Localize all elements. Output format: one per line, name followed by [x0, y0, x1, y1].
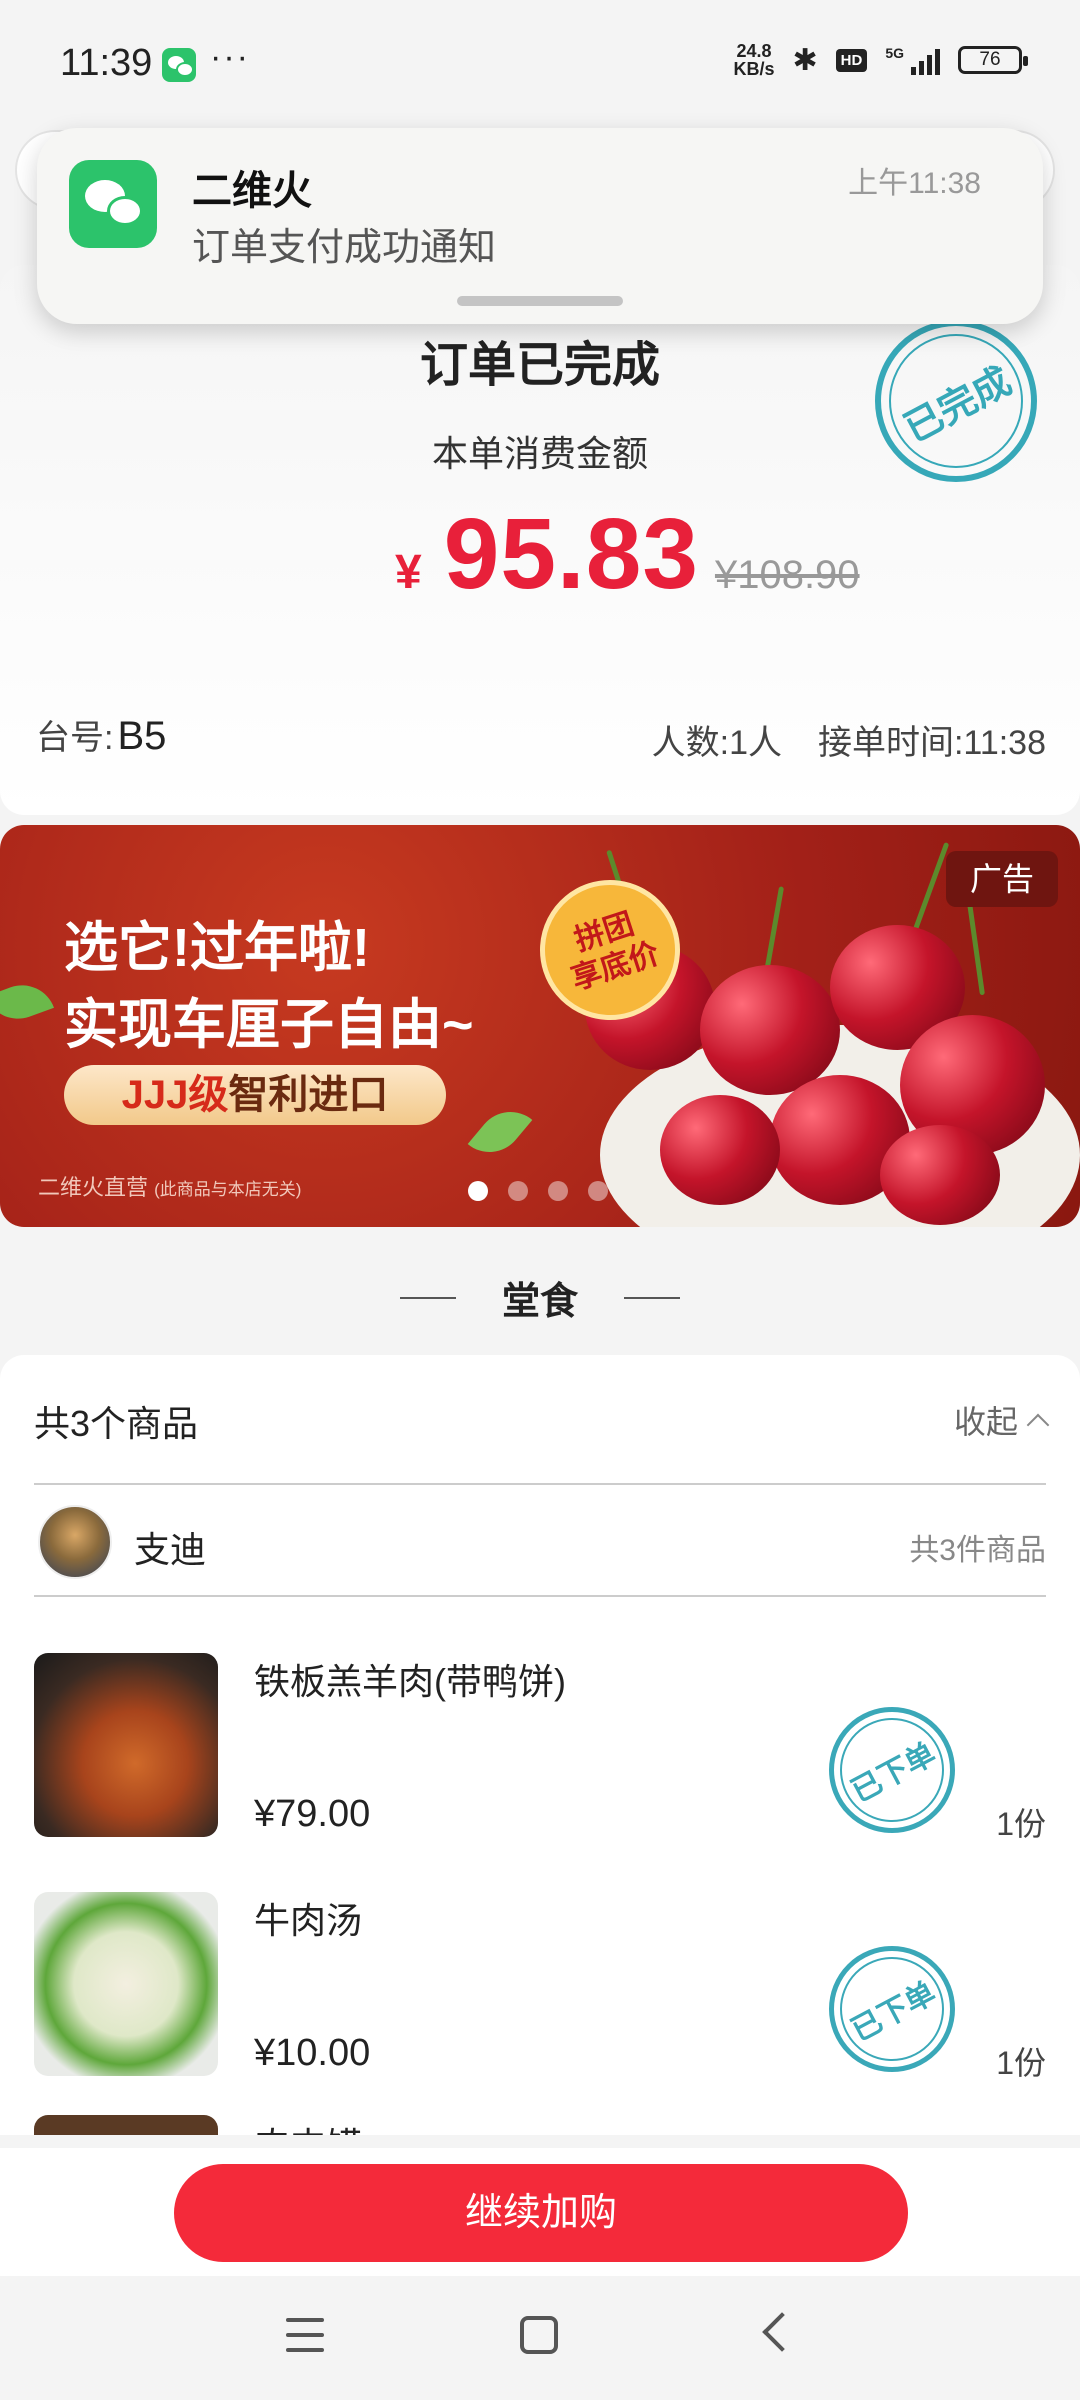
chevron-up-icon: [1026, 1413, 1050, 1437]
dish-price: ¥10.00: [254, 2032, 371, 2074]
ad-tag: 广告: [946, 851, 1058, 907]
ad-banner[interactable]: 选它!过年啦! 实现车厘子自由~ JJJ级智利进口 二维火直营 (此商品与本店无…: [0, 825, 1080, 1227]
completed-stamp: 已完成: [875, 320, 1037, 482]
home-icon[interactable]: [520, 2316, 558, 2354]
ad-grade-pill: JJJ级智利进口: [64, 1065, 446, 1125]
carousel-dot[interactable]: [468, 1181, 488, 1201]
list-item[interactable]: 牛肉汤 ¥10.00 已下单 1份: [34, 1892, 1046, 2082]
ordered-stamp: 已下单: [829, 1946, 955, 2072]
network-speed-value: 24.8: [736, 41, 772, 61]
carousel-dot[interactable]: [548, 1181, 568, 1201]
table-info: 台号: B5: [36, 710, 166, 759]
table-number: B5: [117, 714, 167, 758]
items-card: 共3个商品 收起 支迪 共3件商品 铁板羔羊肉(带鸭饼) ¥79.00 已下单 …: [0, 1355, 1080, 2135]
notification-banner[interactable]: 二维火 订单支付成功通知 上午11:38: [37, 128, 1043, 324]
order-meta: 人数:1人 接单时间:11:38: [652, 715, 1046, 764]
divider-line: [399, 1296, 456, 1299]
network-speed: 24.8 KB/s: [733, 42, 774, 78]
ad-source-name: 二维火直营: [38, 1175, 149, 1200]
dish-name: 牛肉汤: [254, 1900, 363, 1941]
continue-ordering-button[interactable]: 继续加购: [174, 2164, 908, 2262]
notification-time: 上午11:38: [848, 167, 981, 200]
system-nav-bar: [0, 2276, 1080, 2400]
status-indicators: 24.8 KB/s ✱ HD 5G 76: [733, 42, 1028, 78]
diner-row: 支迪 共3件商品: [34, 1503, 1046, 1583]
cherry-image: [880, 1125, 1000, 1225]
people-count: 人数:1人: [651, 724, 782, 762]
table-label: 台号:: [36, 719, 114, 757]
completed-stamp-text: 已完成: [897, 359, 1019, 451]
battery-icon: 76: [958, 46, 1028, 74]
hd-icon: HD: [835, 48, 868, 72]
order-price: ¥ 95.83 ¥108.90: [395, 497, 860, 612]
cherry-image: [700, 965, 840, 1095]
network-type: 5G: [885, 45, 904, 61]
menu-icon[interactable]: [286, 2318, 324, 2352]
divider: [34, 1483, 1046, 1485]
status-time: 11:39: [60, 42, 153, 84]
carousel-dot[interactable]: [508, 1181, 528, 1201]
ordered-stamp-text: 已下单: [846, 1737, 942, 1809]
items-count: 共3个商品: [34, 1403, 199, 1444]
diner-item-count: 共3件商品: [909, 1534, 1046, 1567]
collapse-button[interactable]: 收起: [953, 1397, 1050, 1443]
dine-in-title: 堂食: [501, 1281, 578, 1323]
more-notifications-icon: ···: [210, 38, 250, 76]
ordered-stamp-text: 已下单: [846, 1976, 942, 2048]
notification-app-name: 二维火: [192, 169, 312, 213]
cherry-image: [660, 1095, 780, 1205]
bottom-action-area: 继续加购: [0, 2148, 1080, 2276]
list-item[interactable]: 铁板羔羊肉(带鸭饼) ¥79.00 已下单 1份: [34, 1653, 1046, 1843]
dish-name: 肉夹馍: [254, 2117, 362, 2135]
battery-level: 76: [979, 49, 1001, 70]
divider: [34, 1595, 1046, 1597]
dish-image: [34, 2115, 218, 2135]
ad-grade: JJJ级: [121, 1073, 229, 1117]
dish-quantity: 1份: [996, 2045, 1046, 2081]
notification-drag-handle[interactable]: [457, 296, 623, 306]
avatar: [38, 1505, 112, 1579]
ordered-stamp: 已下单: [829, 1707, 955, 1833]
carousel-dot[interactable]: [588, 1181, 608, 1201]
dish-name: 铁板羔羊肉(带鸭饼): [254, 1661, 566, 1702]
back-icon[interactable]: [762, 2312, 802, 2352]
currency-symbol: ¥: [395, 546, 422, 599]
divider-line: [624, 1296, 680, 1299]
dish-quantity: 1份: [996, 1806, 1046, 1842]
dish-price: ¥79.00: [254, 1793, 371, 1835]
ad-source: 二维火直营 (此商品与本店无关): [38, 1170, 301, 1202]
ad-headline-1: 选它!过年啦!: [64, 918, 370, 978]
collapse-label: 收起: [953, 1404, 1018, 1440]
notification-message: 订单支付成功通知: [192, 227, 497, 269]
original-price: ¥108.90: [714, 553, 860, 597]
wechat-app-icon: [69, 160, 157, 248]
dine-in-header: 堂食: [0, 1270, 1080, 1325]
dish-image: [34, 1892, 218, 2076]
bluetooth-icon: ✱: [792, 43, 818, 77]
diner-name: 支迪: [134, 1529, 207, 1570]
order-time: 接单时间:11:38: [817, 724, 1046, 762]
dish-image: [34, 1653, 218, 1837]
leaf-decoration: [467, 1098, 533, 1166]
network-speed-unit: KB/s: [733, 59, 775, 79]
signal-icon: 5G: [885, 45, 940, 75]
ad-source-note: (此商品与本店无关): [154, 1180, 302, 1199]
leaf-decoration: [0, 975, 55, 1029]
paid-amount: 95.83: [443, 498, 699, 610]
ad-origin: 智利进口: [228, 1073, 389, 1117]
wechat-icon: [162, 48, 196, 82]
carousel-indicator: [468, 1181, 608, 1201]
status-bar: 11:39 ··· 24.8 KB/s ✱ HD 5G 76: [0, 0, 1080, 130]
ad-headline-2: 实现车厘子自由~: [64, 995, 474, 1055]
